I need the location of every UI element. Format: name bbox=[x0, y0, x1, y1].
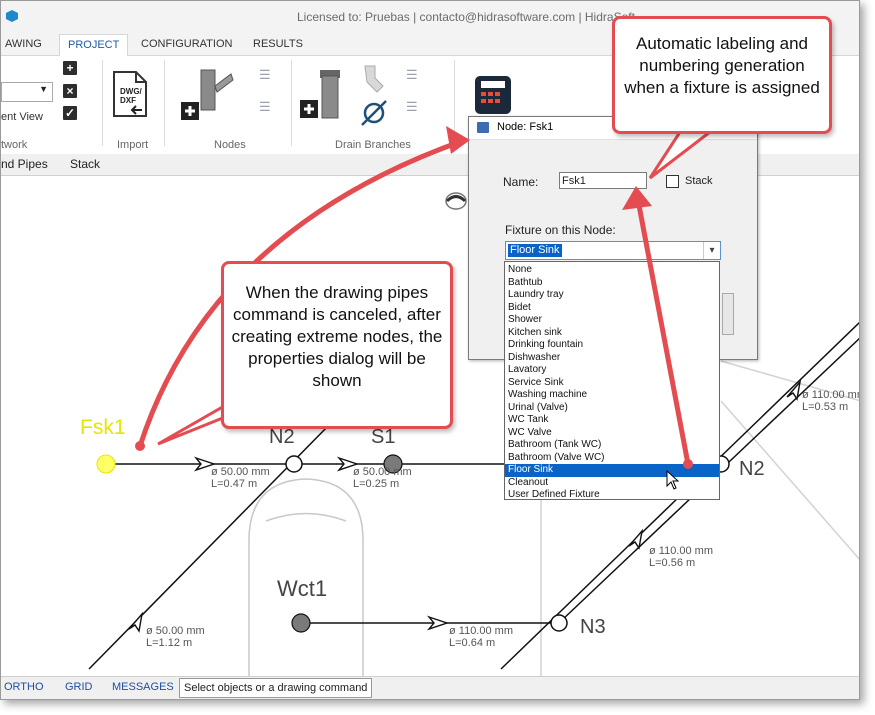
add-node-fitting-icon[interactable] bbox=[181, 68, 235, 124]
pipe-diameter-label: ø 50.00 mm bbox=[211, 466, 270, 478]
callout-right-text: Automatic labeling and numbering generat… bbox=[624, 34, 820, 97]
ribbon-divider bbox=[454, 60, 455, 146]
fixture-option[interactable]: User Defined Fixture bbox=[505, 489, 719, 502]
ribbon-divider bbox=[102, 60, 103, 146]
ribbon-divider bbox=[291, 60, 292, 146]
fixture-option[interactable]: Drinking fountain bbox=[505, 339, 719, 352]
fixture-option[interactable]: Bathroom (Tank WC) bbox=[505, 439, 719, 452]
grid-toggle[interactable]: GRID bbox=[65, 681, 93, 693]
fixture-option[interactable]: Bidet bbox=[505, 302, 719, 315]
pipe-diameter-label: ø 110.00 mm bbox=[802, 389, 859, 401]
chevron-down-icon: ▼ bbox=[39, 84, 48, 94]
node-label-wct1: Wct1 bbox=[277, 576, 328, 601]
node-label-n1: N2 bbox=[269, 426, 295, 448]
fixture-option[interactable]: Cleanout bbox=[505, 477, 719, 490]
list-up-icon[interactable]: ☰ bbox=[406, 68, 422, 82]
fixture-option[interactable]: Shower bbox=[505, 314, 719, 327]
check-icon[interactable]: ✓ bbox=[63, 106, 77, 120]
tab-configuration[interactable]: CONFIGURATION bbox=[133, 34, 240, 55]
fixture-option[interactable]: Kitchen sink bbox=[505, 327, 719, 340]
list-down-icon[interactable]: ☰ bbox=[259, 100, 275, 114]
pipe-length-label: L=0.47 m bbox=[211, 478, 258, 490]
node-label-s1: S1 bbox=[371, 426, 396, 448]
node-label-fsk1: Fsk1 bbox=[80, 416, 126, 439]
dialog-app-icon bbox=[477, 122, 489, 133]
pipe-lines bbox=[88, 321, 859, 670]
pipe-diameter-label: ø 50.00 mm bbox=[146, 625, 205, 637]
fixture-label: Fixture on this Node: bbox=[505, 223, 616, 237]
view-select[interactable]: ▼ bbox=[1, 82, 53, 102]
connect-pipes-icon[interactable] bbox=[359, 98, 389, 128]
add-pipe-icon[interactable] bbox=[300, 70, 346, 122]
fixture-option[interactable]: Dishwasher bbox=[505, 352, 719, 365]
fixture-option[interactable]: Urinal (Valve) bbox=[505, 402, 719, 415]
messages-toggle[interactable]: MESSAGES bbox=[112, 681, 174, 693]
chevron-down-icon[interactable]: ▾ bbox=[703, 242, 720, 259]
stack-label: Stack bbox=[685, 175, 713, 187]
fixture-option[interactable]: Floor Sink bbox=[505, 464, 719, 477]
callout-left-text: When the drawing pipes command is cancel… bbox=[231, 283, 443, 390]
fixture-option[interactable]: Bathtub bbox=[505, 277, 719, 290]
callout-right: Automatic labeling and numbering generat… bbox=[612, 16, 832, 134]
view-label: ent View bbox=[1, 111, 43, 123]
pipe-length-label: L=0.64 m bbox=[449, 637, 496, 649]
pipe-diameter-label: ø 50.00 mm bbox=[353, 466, 412, 478]
stack-checkbox[interactable] bbox=[666, 175, 679, 188]
elbow-pipe-icon[interactable] bbox=[361, 64, 387, 94]
fixture-option[interactable]: Bathroom (Valve WC) bbox=[505, 452, 719, 465]
app-logo-icon bbox=[6, 10, 18, 22]
fixture-option[interactable]: Laundry tray bbox=[505, 289, 719, 302]
fixture-symbol bbox=[445, 192, 467, 210]
fixture-option[interactable]: WC Valve bbox=[505, 427, 719, 440]
dialog-button-edge[interactable] bbox=[722, 293, 734, 335]
pipe-diameter-label: ø 110.00 mm bbox=[649, 545, 713, 557]
node-label-n3: N3 bbox=[580, 616, 606, 638]
fixture-option[interactable]: Washing machine bbox=[505, 389, 719, 402]
group-import-label: Import bbox=[117, 139, 149, 151]
pipe-length-label: L=1.12 m bbox=[146, 637, 193, 649]
name-label: Name: bbox=[503, 175, 539, 189]
svg-text:DWG/: DWG/ bbox=[120, 87, 143, 96]
svg-text:DXF: DXF bbox=[120, 96, 136, 105]
list-down-icon[interactable]: ☰ bbox=[406, 100, 422, 114]
status-bar: ORTHO GRID MESSAGES Select objects or a … bbox=[1, 676, 859, 699]
import-dwg-dxf-icon[interactable]: DWG/ DXF bbox=[112, 70, 150, 118]
calculator-icon[interactable] bbox=[473, 74, 513, 116]
pipe-length-label: L=0.56 m bbox=[649, 557, 696, 569]
ribbon-divider bbox=[164, 60, 165, 146]
pipe-length-label: L=0.25 m bbox=[353, 478, 400, 490]
tab-project[interactable]: PROJECT bbox=[59, 34, 129, 57]
name-input[interactable]: Fsk1 bbox=[559, 172, 647, 189]
delete-icon[interactable]: × bbox=[63, 84, 77, 98]
fixture-dropdown-list: None Bathtub Laundry tray Bidet Shower Kitche… bbox=[504, 261, 720, 500]
command-prompt: Select objects or a drawing command bbox=[179, 678, 373, 698]
pipe-diameter-label: ø 110.00 mm bbox=[449, 625, 513, 637]
tab-results[interactable]: RESULTS bbox=[245, 34, 311, 55]
node-label-n2: N2 bbox=[739, 458, 765, 480]
mouse-cursor-icon bbox=[666, 470, 680, 490]
fixture-option[interactable]: Lavatory bbox=[505, 364, 719, 377]
list-up-icon[interactable]: ☰ bbox=[259, 68, 275, 82]
fixture-option[interactable]: WC Tank bbox=[505, 414, 719, 427]
fixture-selected-value: Floor Sink bbox=[508, 244, 562, 257]
group-drain-branches-label: Drain Branches bbox=[335, 139, 411, 151]
fixture-select[interactable]: Floor Sink ▾ bbox=[505, 241, 721, 260]
tab-drawing[interactable]: AWING bbox=[1, 34, 50, 55]
pipe-length-label: L=0.53 m bbox=[802, 401, 849, 413]
ortho-toggle[interactable]: ORTHO bbox=[4, 681, 44, 693]
fixture-option[interactable]: Service Sink bbox=[505, 377, 719, 390]
group-nodes-label: Nodes bbox=[214, 139, 246, 151]
group-network-label: twork bbox=[1, 139, 28, 151]
fixture-option[interactable]: None bbox=[505, 264, 719, 277]
add-icon[interactable]: + bbox=[63, 61, 77, 75]
subtab-pipes[interactable]: nd Pipes bbox=[1, 157, 48, 171]
dialog-title: Node: Fsk1 bbox=[497, 121, 554, 133]
window-title: Licensed to: Pruebas | contacto@hidrasof… bbox=[297, 10, 635, 24]
subtab-stack[interactable]: Stack bbox=[70, 157, 100, 171]
callout-left: When the drawing pipes command is cancel… bbox=[221, 261, 453, 429]
